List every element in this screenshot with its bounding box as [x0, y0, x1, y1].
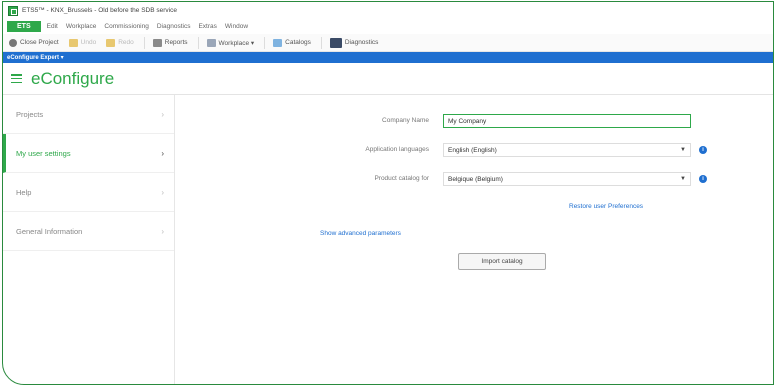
sidebar-item-general-information[interactable]: General Information › [3, 212, 174, 251]
catalog-select[interactable]: Belgique (Belgium) ▼ [443, 172, 691, 186]
app-icon [8, 5, 18, 16]
menu-workplace[interactable]: Workplace [66, 23, 97, 30]
sidebar: Projects › My user settings › Help › Gen… [3, 95, 175, 384]
title-bar: ETS5™ - KNX_Brussels - Old before the SD… [3, 2, 773, 19]
toolbar-separator [264, 36, 266, 49]
app-languages-value: English (English) [448, 146, 497, 154]
diagnostics-button[interactable]: Diagnostics [329, 37, 379, 48]
content-area: Projects › My user settings › Help › Gen… [3, 95, 773, 384]
catalog-label: Product catalog for [374, 175, 429, 182]
econfigure-expert-label: eConfigure Expert ▾ [7, 55, 64, 61]
diagnostics-icon [329, 37, 342, 48]
chevron-right-icon: › [161, 187, 164, 197]
menu-bar: ETS Edit Workplace Commissioning Diagnos… [3, 19, 773, 34]
chevron-right-icon: › [161, 148, 164, 158]
workplace-icon [206, 38, 216, 47]
sidebar-item-label: Help [16, 187, 32, 197]
menu-commissioning[interactable]: Commissioning [104, 23, 148, 30]
app-languages-select[interactable]: English (English) ▼ [443, 143, 691, 157]
menu-diagnostics[interactable]: Diagnostics [157, 23, 191, 30]
app-window: ETS5™ - KNX_Brussels - Old before the SD… [2, 1, 774, 385]
close-project-label: Close Project [20, 39, 59, 46]
menu-ets[interactable]: ETS [7, 21, 41, 32]
import-catalog-button[interactable]: Import catalog [458, 253, 546, 270]
sidebar-item-label: Projects [16, 109, 44, 119]
redo-button[interactable]: Redo [106, 38, 134, 47]
redo-label: Redo [118, 39, 134, 46]
app-languages-label: Application languages [365, 146, 429, 153]
diagnostics-label: Diagnostics [344, 39, 379, 46]
sidebar-item-projects[interactable]: Projects › [3, 95, 174, 134]
toolbar-separator [197, 36, 199, 49]
menu-window[interactable]: Window [225, 23, 248, 30]
catalog-value: Belgique (Belgium) [448, 175, 503, 183]
close-project-icon [9, 38, 17, 47]
workplace-button[interactable]: Workplace ▾ [206, 38, 255, 47]
page-title: eConfigure [31, 68, 115, 88]
toolbar-separator [143, 36, 145, 49]
reports-button[interactable]: Reports [152, 38, 188, 47]
reports-icon [152, 38, 162, 47]
workplace-label: Workplace ▾ [218, 39, 255, 47]
sidebar-item-label: My user settings [16, 148, 71, 158]
company-name-field[interactable]: My Company [443, 114, 691, 128]
settings-panel: Company Name My Company Application lang… [175, 95, 773, 384]
dropdown-arrow-icon: ▼ [680, 176, 686, 182]
info-icon[interactable]: i [699, 175, 707, 183]
menu-extras[interactable]: Extras [198, 23, 216, 30]
menu-edit[interactable]: Edit [47, 23, 58, 30]
reports-label: Reports [164, 39, 188, 46]
catalogs-button[interactable]: Catalogs [273, 38, 311, 47]
hamburger-icon[interactable] [11, 74, 22, 83]
toolbar: Close Project Undo Redo Reports Workplac… [3, 34, 773, 52]
close-project-button[interactable]: Close Project [9, 38, 59, 47]
catalogs-icon [273, 38, 283, 47]
company-name-value: My Company [448, 117, 487, 125]
sidebar-item-help[interactable]: Help › [3, 173, 174, 212]
sidebar-item-my-user-settings[interactable]: My user settings › [3, 134, 174, 173]
info-icon[interactable]: i [699, 146, 707, 154]
undo-icon [68, 38, 78, 47]
toolbar-separator [320, 36, 322, 49]
show-advanced-link[interactable]: Show advanced parameters [320, 230, 401, 237]
undo-label: Undo [80, 39, 97, 46]
dropdown-arrow-icon: ▼ [680, 147, 686, 153]
sidebar-item-label: General Information [16, 226, 83, 236]
company-name-label: Company Name [382, 117, 429, 124]
window-title: ETS5™ - KNX_Brussels - Old before the SD… [22, 7, 177, 14]
chevron-right-icon: › [161, 226, 164, 236]
catalogs-label: Catalogs [285, 39, 311, 46]
econfigure-expert-bar[interactable]: eConfigure Expert ▾ [3, 52, 773, 63]
econfigure-header: eConfigure [3, 63, 773, 95]
redo-icon [106, 38, 116, 47]
import-catalog-label: Import catalog [481, 258, 523, 265]
chevron-right-icon: › [161, 109, 164, 119]
restore-preferences-link[interactable]: Restore user Preferences [569, 203, 643, 210]
undo-button[interactable]: Undo [68, 38, 97, 47]
